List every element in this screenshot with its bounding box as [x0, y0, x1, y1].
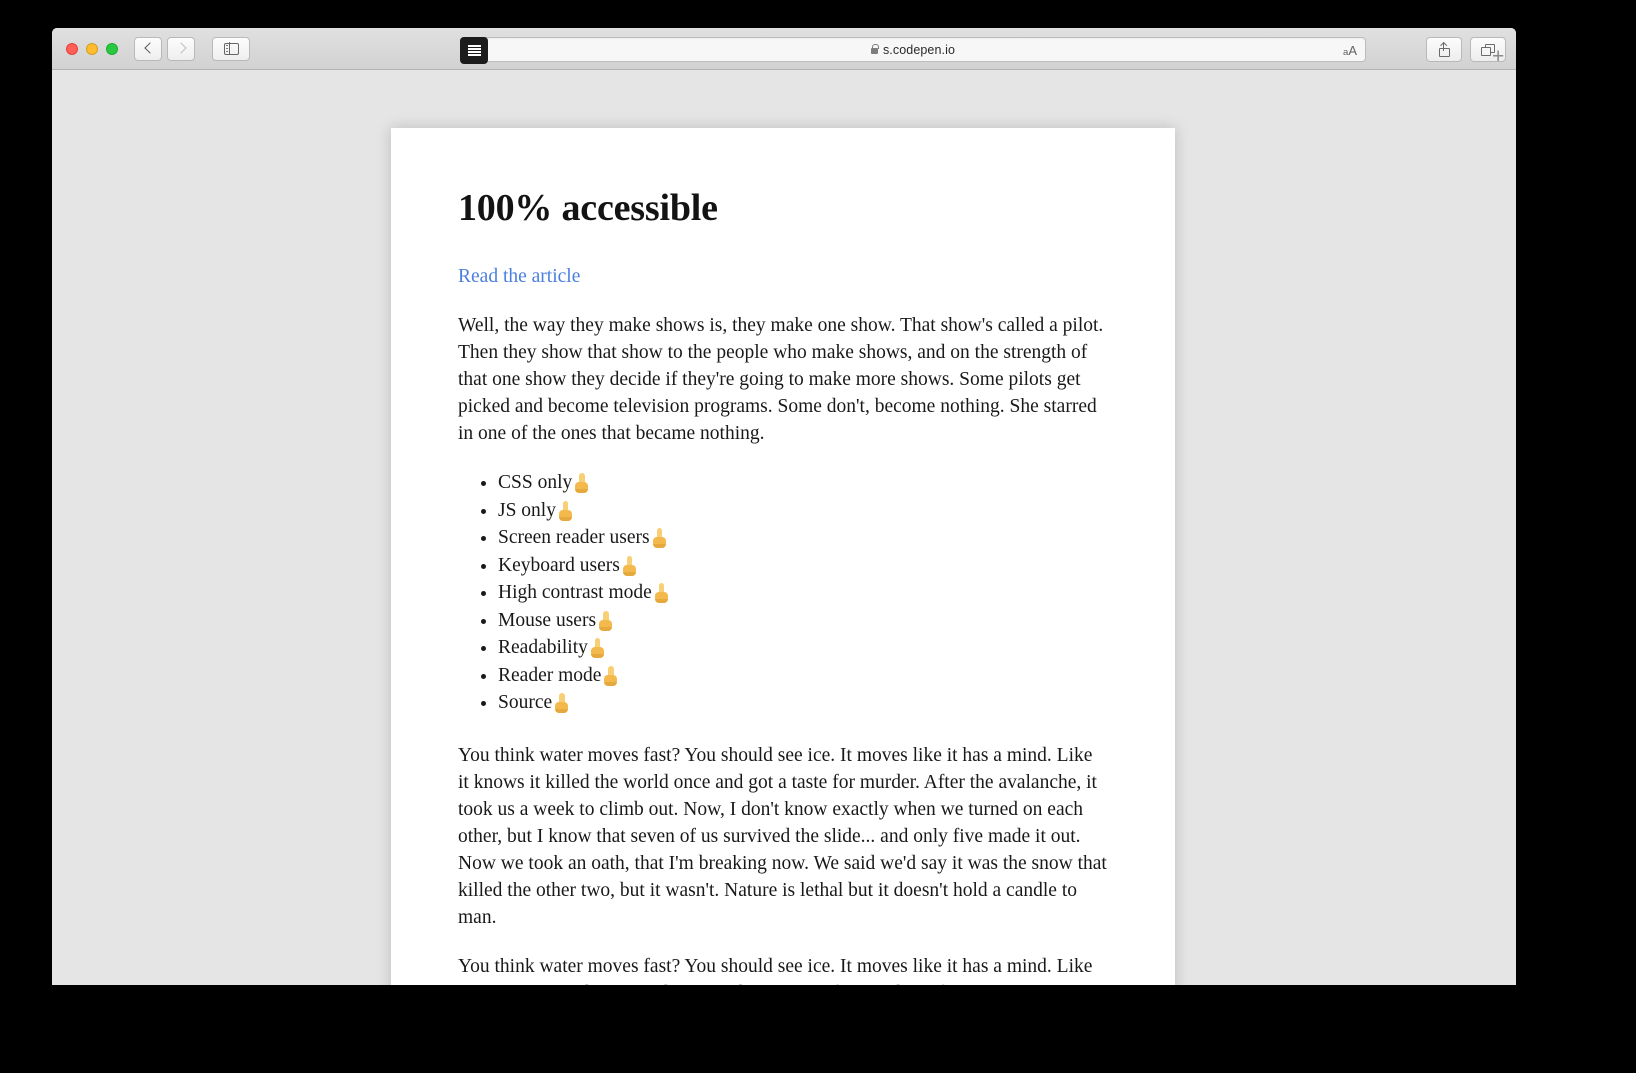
screen: s.codepen.io aA 100% accessible Read the… — [0, 0, 1636, 1073]
hand-icon — [604, 665, 618, 686]
forward-button[interactable] — [167, 36, 195, 61]
list-item-label: Screen reader users — [498, 527, 650, 548]
paragraph-three: You think water moves fast? You should s… — [458, 956, 1097, 985]
intro-paragraph: Well, the way they make shows is, they m… — [458, 315, 1104, 444]
reader-mode-button[interactable] — [460, 37, 488, 64]
close-window-button[interactable] — [66, 42, 78, 55]
url-text: s.codepen.io — [882, 42, 956, 57]
list-item-label: Source — [498, 692, 553, 713]
hand-icon — [652, 528, 666, 548]
hand-icon — [558, 500, 572, 521]
list-item-label: JS only — [498, 499, 556, 521]
list-item: Mouse users — [498, 607, 1108, 634]
read-the-article-link[interactable]: Read the article — [458, 266, 580, 288]
hand-icon — [622, 555, 636, 576]
minimize-window-button[interactable] — [86, 42, 98, 55]
feature-list: CSS only JS only Screen reader users Keyboa… — [458, 469, 1108, 716]
paragraph-two: You think water moves fast? You should s… — [458, 745, 1107, 928]
hand-icon — [590, 638, 604, 658]
reader-mode-icon — [467, 45, 481, 56]
zoom-window-button[interactable] — [106, 42, 118, 55]
list-item-label: CSS only — [498, 472, 573, 493]
list-item: CSS only — [498, 469, 1108, 496]
list-item: Source — [498, 689, 1108, 716]
list-item: Readability — [498, 634, 1108, 661]
page-title: 100% accessible — [458, 187, 718, 229]
sidebar-toggle-button[interactable] — [212, 36, 250, 61]
list-item-label: Keyboard users — [498, 554, 620, 576]
hand-icon — [654, 583, 668, 603]
list-item-label: Mouse users — [498, 609, 597, 631]
list-item: High contrast mode — [498, 579, 1108, 606]
navigation-buttons — [134, 36, 200, 61]
list-item: JS only — [498, 497, 1108, 524]
list-item: Reader mode — [498, 662, 1108, 689]
hand-icon — [599, 610, 613, 631]
list-item-label: Readability — [498, 637, 588, 658]
share-button[interactable] — [1426, 37, 1462, 62]
address-bar[interactable]: s.codepen.io aA — [460, 37, 1366, 64]
hand-icon — [555, 693, 569, 713]
browser-toolbar: s.codepen.io aA — [52, 28, 1516, 70]
chevron-right-icon — [177, 44, 186, 53]
hand-icon — [575, 473, 589, 493]
text-size-button[interactable]: aA — [1343, 41, 1357, 62]
address-bar-container: s.codepen.io aA — [460, 37, 1366, 64]
window-controls — [66, 42, 118, 55]
list-item-label: High contrast mode — [498, 582, 652, 603]
text-size-large-label: A — [1348, 43, 1357, 58]
lock-icon — [870, 43, 879, 54]
back-button[interactable] — [134, 36, 162, 61]
chevron-left-icon — [144, 44, 153, 53]
sidebar-toggle-icon — [223, 42, 239, 55]
list-item: Screen reader users — [498, 524, 1108, 551]
reader-content-card: 100% accessible Read the article Well, t… — [391, 128, 1175, 985]
list-item-label: Reader mode — [498, 664, 602, 686]
url-display: s.codepen.io — [870, 42, 956, 57]
new-tab-button[interactable]: + — [1492, 46, 1504, 67]
page-viewport: 100% accessible Read the article Well, t… — [52, 70, 1516, 985]
share-icon — [1438, 42, 1450, 57]
browser-window: s.codepen.io aA 100% accessible Read the… — [52, 28, 1516, 985]
list-item: Keyboard users — [498, 552, 1108, 579]
